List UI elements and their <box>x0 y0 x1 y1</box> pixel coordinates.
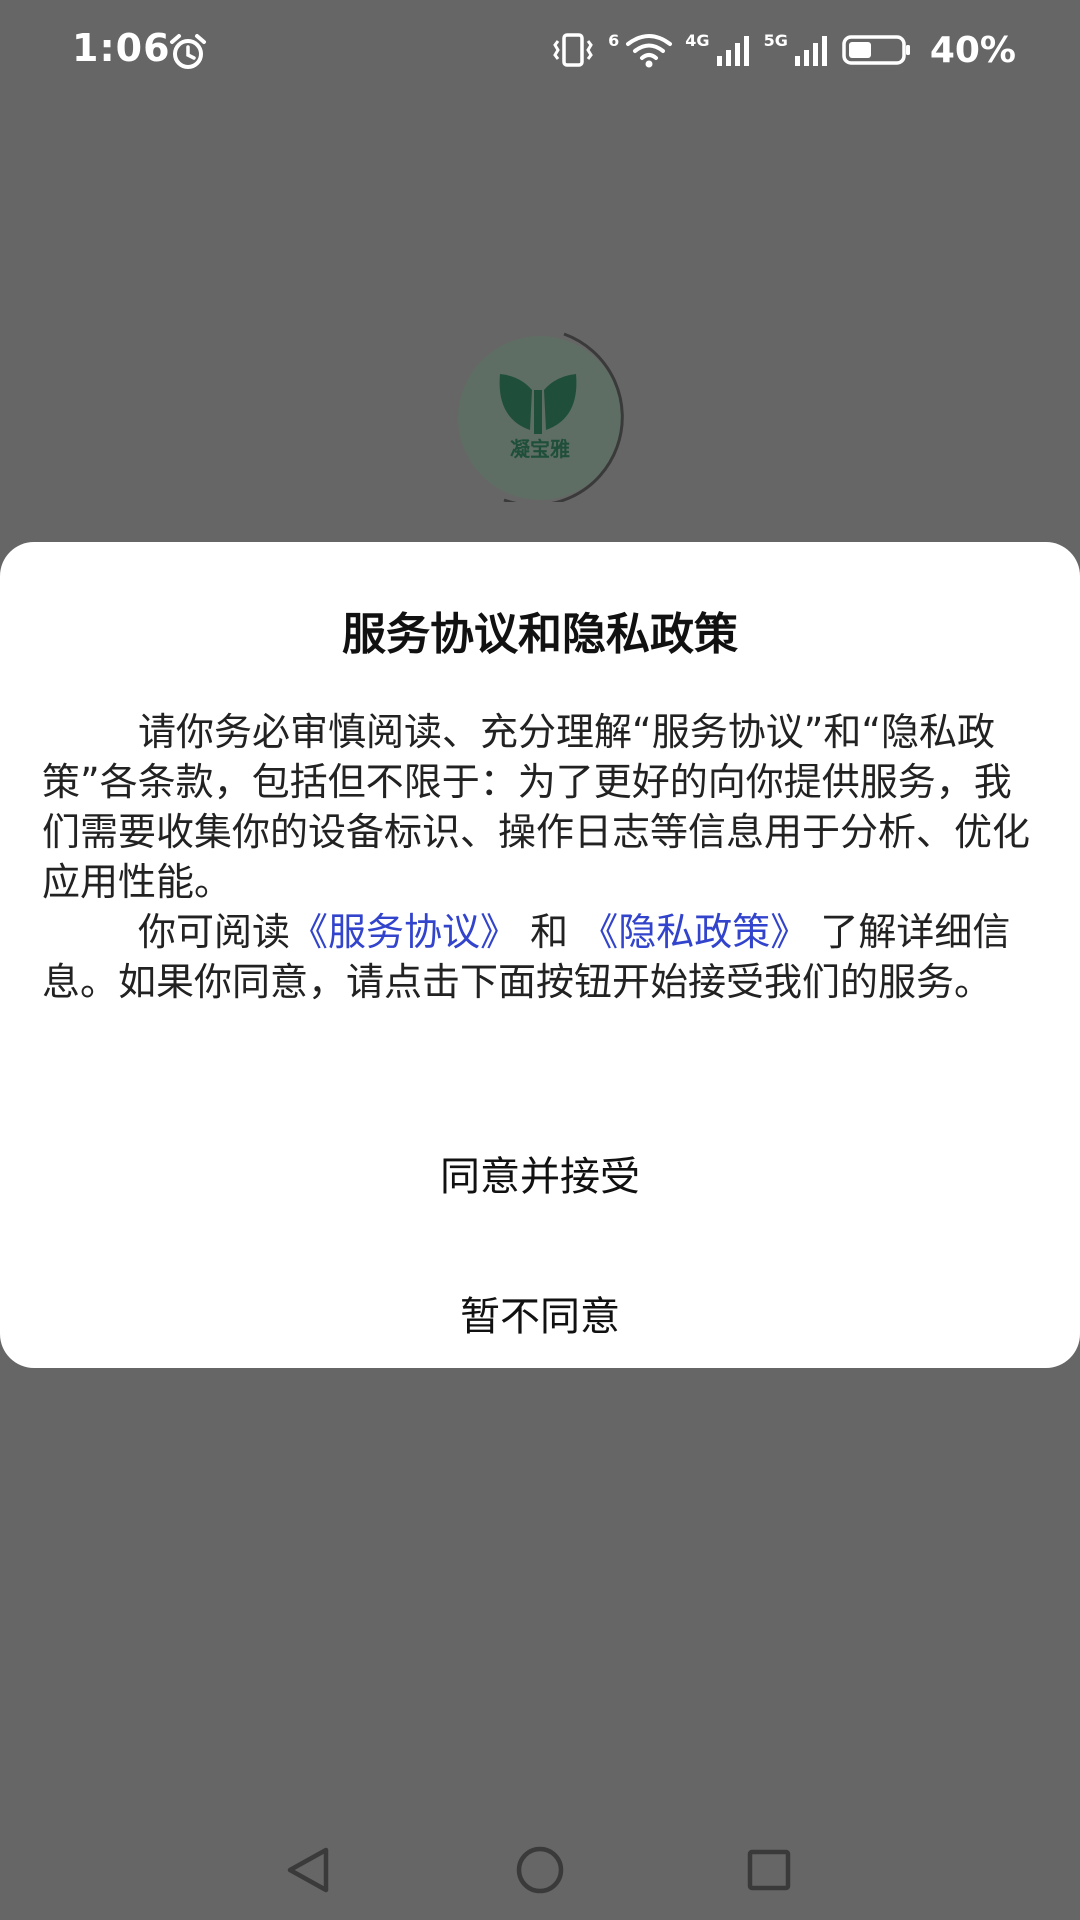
wifi-icon <box>626 34 673 68</box>
navigation-bar <box>0 1830 1080 1920</box>
home-icon[interactable] <box>500 1830 580 1910</box>
disagree-button[interactable]: 暂不同意 <box>0 1262 1080 1372</box>
dialog-body: 请你务必审慎阅读、充分理解“服务协议”和“隐私政策”各条款，包括但不限于：为了更… <box>42 707 1042 1007</box>
recents-icon[interactable] <box>730 1830 810 1910</box>
paragraph-2-prefix: 你可阅读 <box>138 910 291 954</box>
alarm-icon <box>170 34 206 69</box>
signal-4g-icon <box>716 36 749 66</box>
privacy-dialog: 服务协议和隐私政策 请你务必审慎阅读、充分理解“服务协议”和“隐私政策”各条款，… <box>0 542 1080 1368</box>
screen: 1:06 6 4G 5G 40% 凝宝雅 服务协议和隐私政策 请你务必审慎阅读、… <box>0 0 1080 1920</box>
network-5g-label: 5G <box>763 30 788 50</box>
service-agreement-link[interactable]: 《服务协议》 <box>290 910 518 954</box>
privacy-policy-link[interactable]: 《隐私政策》 <box>580 910 808 954</box>
agree-button[interactable]: 同意并接受 <box>0 1122 1080 1232</box>
back-icon[interactable] <box>270 1830 350 1910</box>
wifi-label: 6 <box>608 30 620 50</box>
status-icons: 6 4G 5G 40% <box>550 28 1016 72</box>
vibrate-icon <box>553 33 593 67</box>
dialog-paragraph-2: 你可阅读《服务协议》 和 《隐私政策》 了解详细信息。如果你同意，请点击下面按钮… <box>42 907 1042 1007</box>
app-logo-text: 凝宝雅 <box>510 437 570 461</box>
network-4g-label: 4G <box>685 30 710 50</box>
paragraph-2-and: 和 <box>530 910 569 954</box>
app-logo: 凝宝雅 <box>458 332 624 502</box>
status-time: 1:06 <box>72 26 171 70</box>
battery-percent: 40% <box>929 29 1016 71</box>
status-bar: 1:06 6 4G 5G 40% <box>0 0 1080 104</box>
signal-5g-icon <box>794 36 827 66</box>
battery-icon <box>842 35 910 65</box>
dialog-title: 服务协议和隐私政策 <box>342 609 738 660</box>
dialog-paragraph-1: 请你务必审慎阅读、充分理解“服务协议”和“隐私政策”各条款，包括但不限于：为了更… <box>42 710 1031 904</box>
